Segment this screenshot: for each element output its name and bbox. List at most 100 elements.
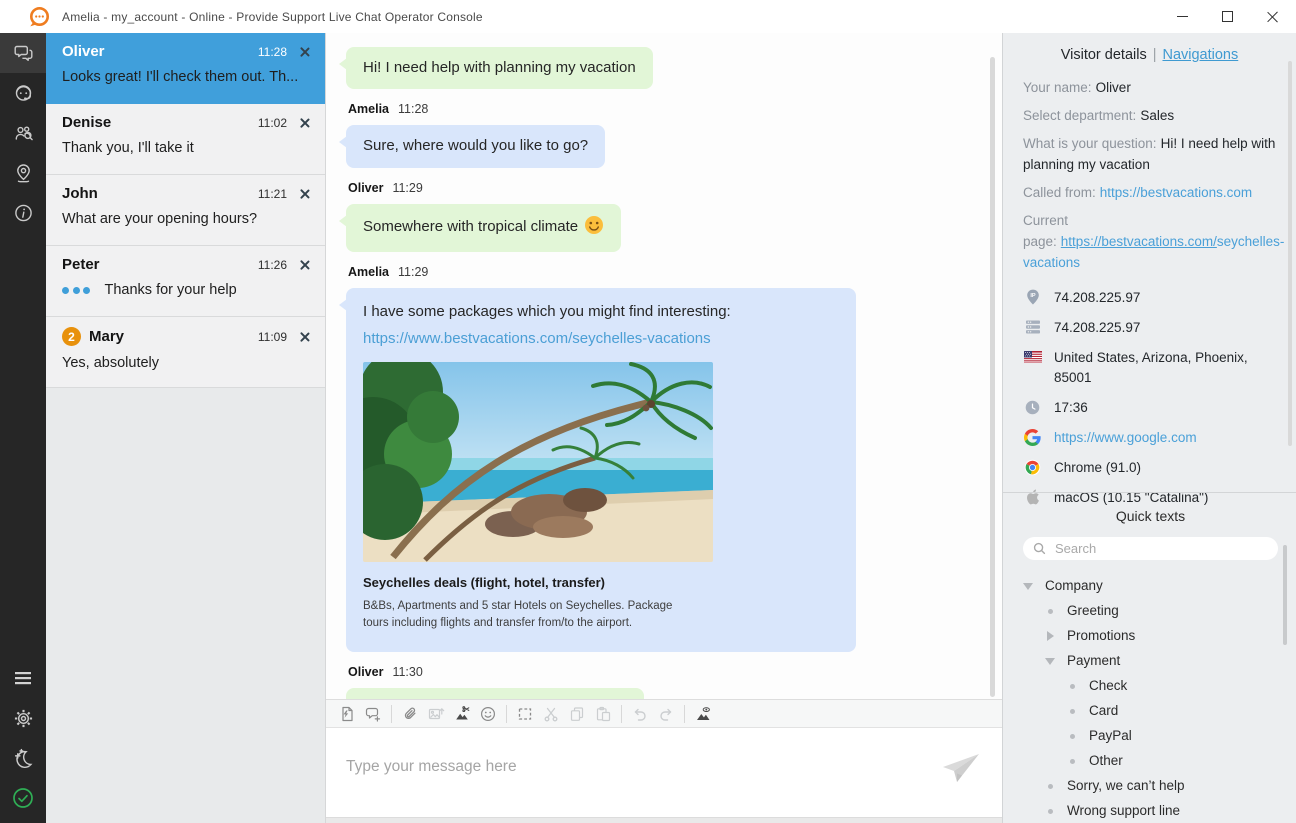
visitor-message-bubble: Hi! I need help with planning my vacatio… bbox=[346, 47, 653, 89]
tree-item-check[interactable]: Check bbox=[1023, 673, 1278, 698]
online-status-icon[interactable] bbox=[0, 778, 46, 818]
tree-item-promotions[interactable]: Promotions bbox=[1023, 623, 1278, 648]
nav-operator-icon[interactable] bbox=[0, 73, 46, 113]
nav-info-icon[interactable] bbox=[0, 193, 46, 233]
visitor-details-section: Visitor details|Navigations Your name:Ol… bbox=[1003, 33, 1296, 492]
info-row-local-time: 17:36 bbox=[1023, 398, 1276, 418]
field-department: Select department:Sales bbox=[1023, 105, 1276, 126]
clock-icon bbox=[1023, 398, 1042, 416]
edit-image-icon[interactable] bbox=[449, 702, 475, 726]
chat-list-item-mary[interactable]: 2 Mary 11:09 Yes, absolutely bbox=[46, 317, 325, 388]
night-mode-icon[interactable] bbox=[0, 738, 46, 778]
send-message-icon[interactable] bbox=[943, 754, 980, 789]
chat-preview: Yes, absolutely bbox=[62, 355, 311, 371]
chat-time: 11:21 bbox=[258, 187, 287, 201]
close-chat-icon[interactable] bbox=[299, 188, 311, 200]
view-image-icon[interactable] bbox=[690, 702, 716, 726]
copy-icon[interactable] bbox=[564, 702, 590, 726]
google-icon bbox=[1023, 428, 1042, 446]
quick-texts-search[interactable] bbox=[1023, 537, 1278, 560]
chat-list-item-john[interactable]: John 11:21 What are your opening hours? bbox=[46, 175, 325, 246]
minimize-button[interactable] bbox=[1160, 0, 1205, 33]
chat-time: 11:09 bbox=[258, 330, 287, 344]
chat-time: 11:26 bbox=[258, 258, 287, 272]
send-image-icon[interactable] bbox=[423, 702, 449, 726]
unread-count-badge: 2 bbox=[62, 327, 81, 346]
toolbar-divider bbox=[684, 705, 685, 723]
details-scrollbar[interactable] bbox=[1288, 61, 1292, 446]
nav-geo-location-icon[interactable] bbox=[0, 153, 46, 193]
field-called-from: Called from:https://bestvacations.com bbox=[1023, 182, 1276, 203]
card-description: B&Bs, Apartments and 5 star Hotels on Se… bbox=[363, 598, 683, 633]
titlebar: Amelia - my_account - Online - Provide S… bbox=[0, 0, 1296, 34]
settings-gear-icon[interactable] bbox=[0, 698, 46, 738]
insert-emoji-icon[interactable] bbox=[475, 702, 501, 726]
tree-item-other[interactable]: Other bbox=[1023, 748, 1278, 773]
close-button[interactable] bbox=[1250, 0, 1296, 33]
tree-item-sorry-we-cant-help[interactable]: Sorry, we can’t help bbox=[1023, 773, 1278, 798]
cut-icon[interactable] bbox=[538, 702, 564, 726]
redo-icon[interactable] bbox=[653, 702, 679, 726]
composer bbox=[326, 728, 1002, 817]
window-title: Amelia - my_account - Online - Provide S… bbox=[62, 10, 483, 24]
menu-icon[interactable] bbox=[0, 658, 46, 698]
svg-text:IP: IP bbox=[1030, 293, 1036, 299]
typing-indicator-icon bbox=[62, 287, 94, 294]
chat-name: Oliver bbox=[62, 43, 105, 60]
seychelles-beach-image[interactable] bbox=[363, 362, 713, 562]
tree-item-company[interactable]: Company bbox=[1023, 573, 1278, 598]
insert-quick-text-icon[interactable] bbox=[334, 702, 360, 726]
chat-list-item-denise[interactable]: Denise 11:02 Thank you, I'll take it bbox=[46, 104, 325, 175]
chat-time: 11:28 bbox=[258, 45, 287, 59]
message-header: Oliver 11:29 bbox=[348, 181, 988, 195]
package-link[interactable]: https://www.bestvacations.com/seychelles… bbox=[363, 329, 711, 349]
tree-bullet-icon bbox=[1067, 756, 1078, 766]
close-chat-icon[interactable] bbox=[299, 46, 311, 58]
current-page-link[interactable]: https://bestvacations.com/ bbox=[1061, 234, 1217, 249]
tree-expand-icon[interactable] bbox=[1045, 631, 1056, 641]
tree-bullet-icon bbox=[1067, 681, 1078, 691]
undo-icon[interactable] bbox=[627, 702, 653, 726]
nav-chats-icon[interactable] bbox=[0, 33, 46, 73]
quick-texts-scrollbar[interactable] bbox=[1283, 545, 1287, 645]
tree-item-wrong-support-line[interactable]: Wrong support line bbox=[1023, 798, 1278, 823]
quick-texts-title: Quick texts bbox=[1023, 508, 1278, 524]
tree-item-paypal[interactable]: PayPal bbox=[1023, 723, 1278, 748]
close-chat-icon[interactable] bbox=[299, 331, 311, 343]
chat-list-item-peter[interactable]: Peter 11:26 Thanks for your help bbox=[46, 246, 325, 317]
conversation-panel: Hi! I need help with planning my vacatio… bbox=[325, 33, 1002, 823]
sidebar-bottom-group bbox=[0, 658, 46, 818]
window-bottom-strip bbox=[326, 817, 1002, 823]
tree-collapse-icon[interactable] bbox=[1045, 656, 1056, 666]
chat-preview: Thanks for your help bbox=[62, 282, 311, 298]
add-quick-text-icon[interactable] bbox=[360, 702, 386, 726]
attach-file-icon[interactable] bbox=[397, 702, 423, 726]
message-header: Oliver 11:30 bbox=[348, 665, 988, 679]
tree-item-greeting[interactable]: Greeting bbox=[1023, 598, 1278, 623]
message-input[interactable] bbox=[326, 728, 1002, 817]
messages-scrollbar[interactable] bbox=[990, 57, 995, 697]
tree-collapse-icon[interactable] bbox=[1023, 581, 1034, 591]
close-chat-icon[interactable] bbox=[299, 259, 311, 271]
select-area-icon[interactable] bbox=[512, 702, 538, 726]
tab-navigations-link[interactable]: Navigations bbox=[1162, 47, 1238, 63]
close-chat-icon[interactable] bbox=[299, 117, 311, 129]
tree-item-payment[interactable]: Payment bbox=[1023, 648, 1278, 673]
message-history: Hi! I need help with planning my vacatio… bbox=[326, 33, 1002, 699]
tree-item-card[interactable]: Card bbox=[1023, 698, 1278, 723]
chrome-icon bbox=[1023, 458, 1042, 476]
chat-list: Oliver 11:28 Looks great! I'll check the… bbox=[46, 33, 325, 823]
details-tabs: Visitor details|Navigations bbox=[1023, 47, 1276, 63]
maximize-button[interactable] bbox=[1205, 0, 1250, 33]
chat-name: Peter bbox=[62, 256, 100, 273]
nav-visitors-icon[interactable] bbox=[0, 113, 46, 153]
referrer-link[interactable]: https://www.google.com bbox=[1054, 428, 1197, 448]
quick-texts-search-input[interactable] bbox=[1053, 540, 1268, 557]
called-from-link[interactable]: https://bestvacations.com bbox=[1100, 185, 1252, 200]
operator-console-window: Amelia - my_account - Online - Provide S… bbox=[0, 0, 1296, 823]
message-toolbar bbox=[326, 699, 1002, 728]
tree-bullet-icon bbox=[1045, 806, 1056, 816]
chat-list-item-oliver[interactable]: Oliver 11:28 Looks great! I'll check the… bbox=[46, 33, 325, 104]
paste-icon[interactable] bbox=[590, 702, 616, 726]
tree-bullet-icon bbox=[1045, 606, 1056, 616]
